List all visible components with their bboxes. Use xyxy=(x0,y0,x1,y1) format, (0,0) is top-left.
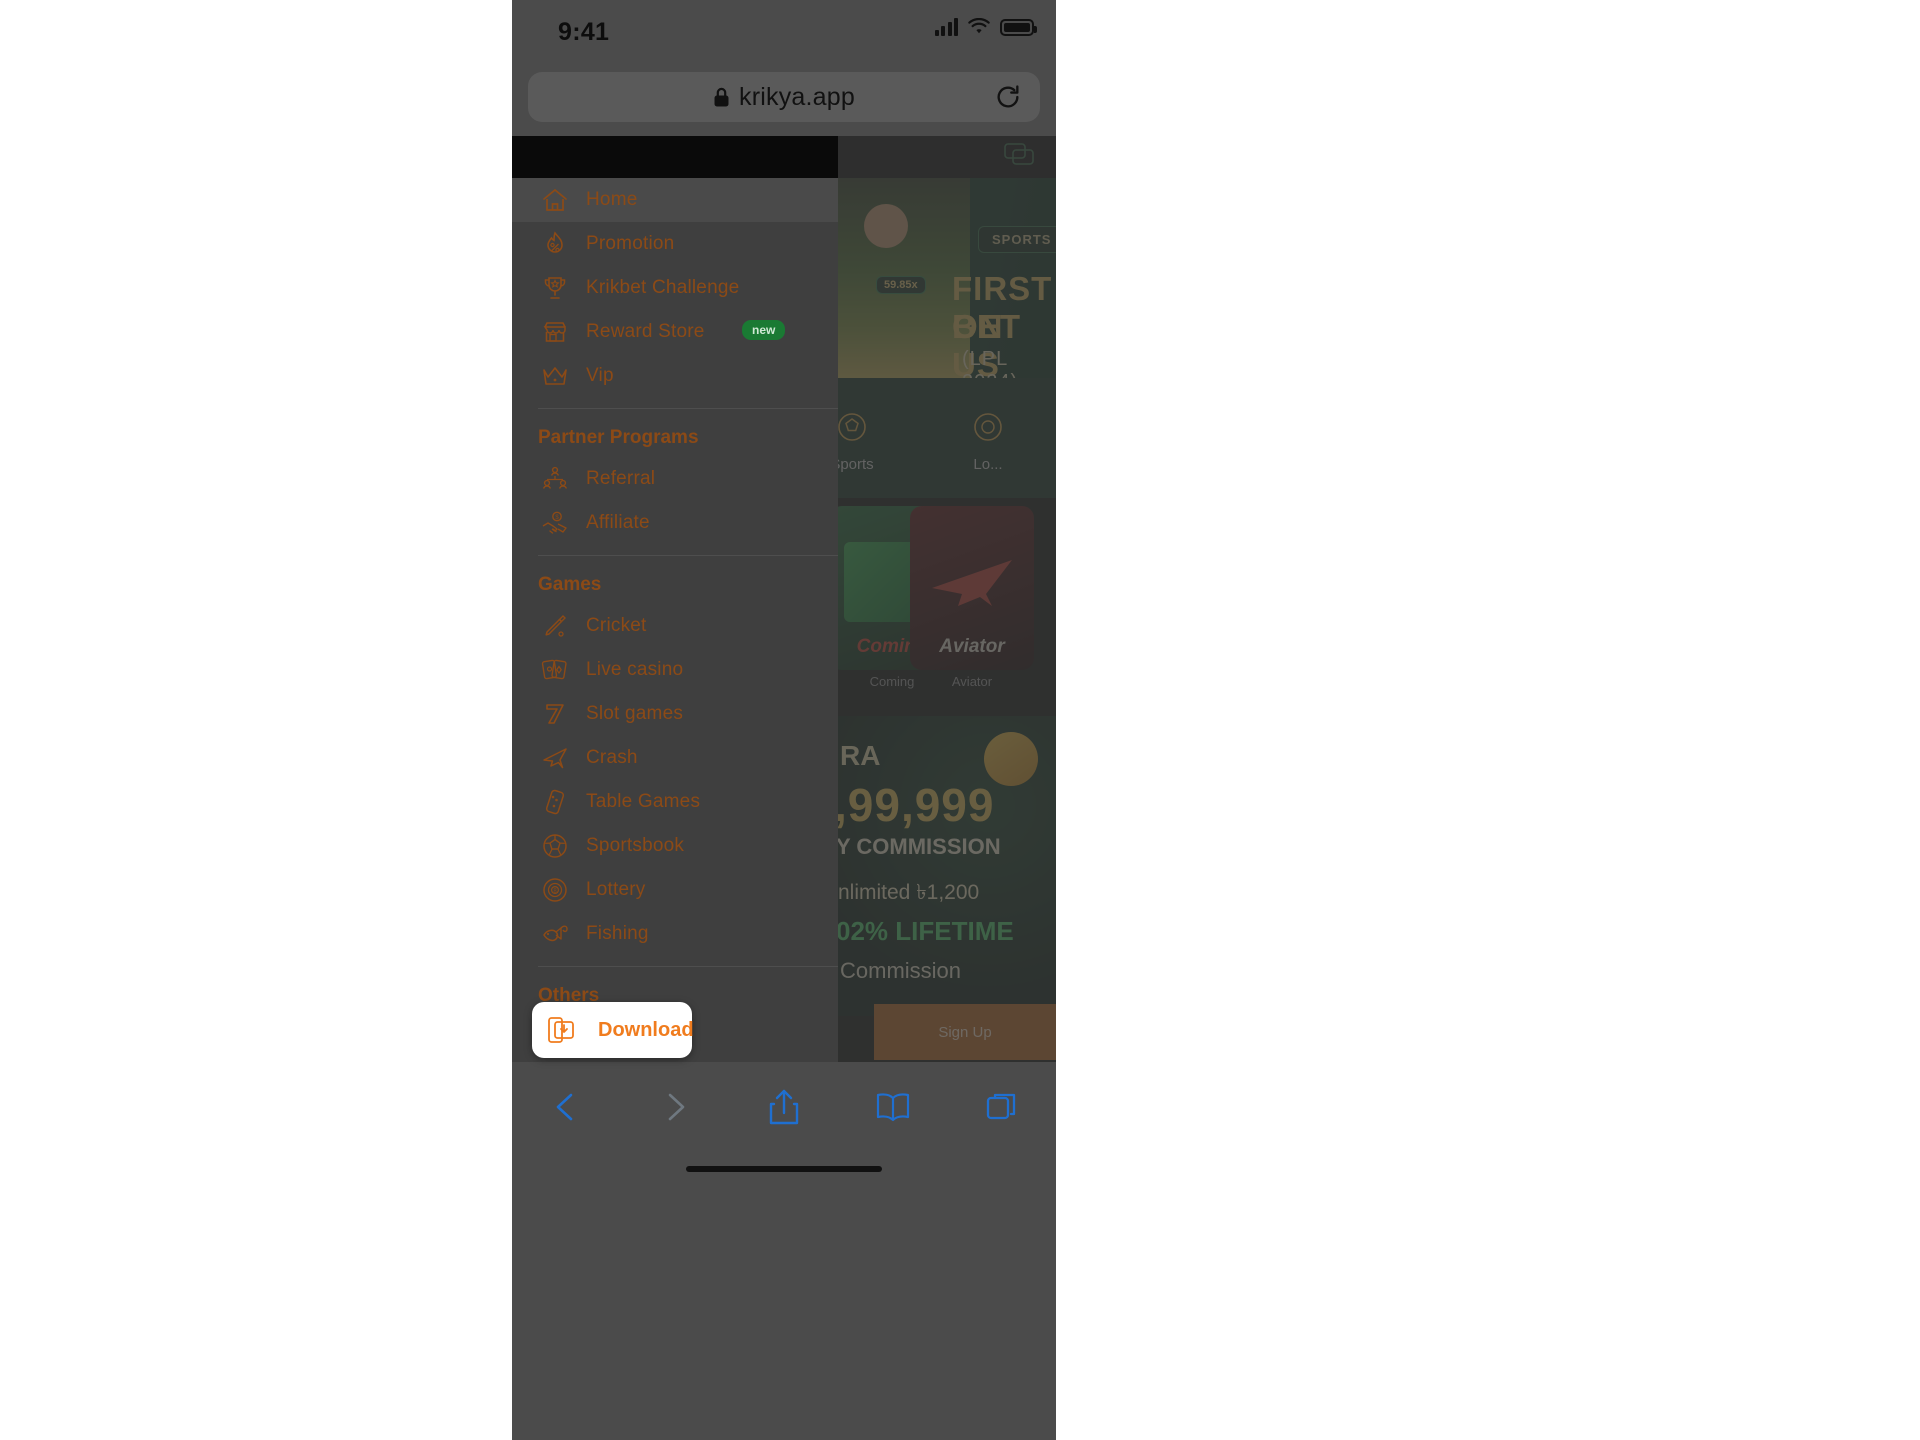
handshake-dollar-icon: $ xyxy=(538,508,572,538)
chat-icon[interactable] xyxy=(1004,142,1034,168)
menu-item-krikbet-challenge[interactable]: Krikbet Challenge xyxy=(512,266,838,310)
menu-item-reward-store[interactable]: Reward Store new xyxy=(512,310,838,354)
lottery-ball-icon: 8 xyxy=(538,875,572,905)
crown-icon xyxy=(538,361,572,391)
lottery-icon xyxy=(920,404,1056,450)
wifi-icon xyxy=(967,18,991,36)
menu-item-label: Promotion xyxy=(586,233,675,254)
download-button-highlight[interactable]: Download xyxy=(532,1002,694,1058)
drawer-top-spacer xyxy=(512,136,838,178)
trophy-icon xyxy=(538,273,572,303)
plane-icon xyxy=(932,560,1012,606)
cricket-bat-icon xyxy=(538,611,572,641)
signal-bars-icon xyxy=(934,18,958,36)
hero-line-3: (LPL 2024) xyxy=(962,348,1017,378)
svg-text:8: 8 xyxy=(553,889,557,895)
menu-item-label: Home xyxy=(586,189,638,210)
menu-item-label: Table Games xyxy=(586,791,701,812)
status-bar: 9:41 xyxy=(512,0,1056,66)
game-tile[interactable]: Aviator xyxy=(910,506,1034,670)
menu-item-label: Lottery xyxy=(586,879,646,900)
browser-toolbar xyxy=(512,1062,1056,1152)
menu-item-sportsbook[interactable]: Sportsbook xyxy=(512,824,838,868)
menu-item-label: Krikbet Challenge xyxy=(586,277,740,298)
menu-item-label: Referral xyxy=(586,468,656,489)
bookmarks-button[interactable] xyxy=(838,1091,947,1123)
sign-up-button[interactable]: Sign Up xyxy=(874,1004,1056,1060)
menu-item-label: Cricket xyxy=(586,615,647,636)
seven-slot-icon xyxy=(538,699,572,729)
address-bar[interactable]: krikya.app xyxy=(528,72,1040,122)
menu-item-cricket[interactable]: Cricket xyxy=(512,604,838,648)
hero-multiplier: 59.85x xyxy=(876,276,926,294)
browser-bottom-bar xyxy=(512,1062,1056,1440)
download-app-icon xyxy=(546,1015,576,1045)
menu-item-label: Affiliate xyxy=(586,512,650,533)
menu-item-vip[interactable]: Vip xyxy=(512,354,838,398)
menu-item-promotion[interactable]: Promotion xyxy=(512,222,838,266)
url-text: krikya.app xyxy=(739,82,855,111)
hero-player-head xyxy=(864,204,908,248)
promo-inner: RA ,99,999 Y COMMISSION nlimited ৳1,200 … xyxy=(830,716,1056,1016)
promo-line-0: RA xyxy=(840,740,881,771)
section-title-games: Games xyxy=(538,574,602,595)
share-button[interactable] xyxy=(730,1088,839,1126)
address-bar-content: krikya.app xyxy=(713,83,855,112)
promotion-fire-percent-icon xyxy=(538,229,572,259)
menu-item-label: Sportsbook xyxy=(586,835,685,856)
category-lottery[interactable]: Lo... xyxy=(920,404,1056,473)
back-button[interactable] xyxy=(512,1090,621,1124)
forward-button[interactable] xyxy=(621,1090,730,1124)
phone-screen: 9:41 krikya.app 59.85x SPORTS FIRST BET … xyxy=(512,0,1056,1440)
navigation-drawer: Home Promotion Krikbet Challenge Reward … xyxy=(512,136,838,1062)
menu-item-affiliate[interactable]: $ Affiliate xyxy=(512,501,838,545)
tile-title: Aviator xyxy=(939,636,1005,657)
menu-item-label: Live casino xyxy=(586,659,684,680)
section-title-partner-programs: Partner Programs xyxy=(538,427,699,448)
menu-item-lottery[interactable]: 8 Lottery xyxy=(512,868,838,912)
plane-icon xyxy=(538,743,572,773)
tabs-button[interactable] xyxy=(947,1090,1056,1124)
menu-item-table-games[interactable]: Table Games xyxy=(512,780,838,824)
referral-network-icon xyxy=(538,464,572,494)
domino-icon xyxy=(538,787,572,817)
new-badge: new xyxy=(742,320,786,340)
menu-item-label: Fishing xyxy=(586,923,649,944)
menu-item-referral[interactable]: Referral xyxy=(512,457,838,501)
menu-item-home[interactable]: Home xyxy=(512,178,838,222)
home-indicator xyxy=(686,1166,882,1172)
playing-cards-icon xyxy=(538,655,572,685)
menu-item-label: Slot games xyxy=(586,703,684,724)
status-time: 9:41 xyxy=(558,18,610,46)
tile-caption: Aviator xyxy=(951,674,993,689)
status-icons xyxy=(934,18,1037,36)
download-label: Download xyxy=(598,1018,694,1041)
category-label: Lo... xyxy=(973,455,1003,473)
hero-sports-tag: SPORTS xyxy=(978,226,1056,253)
battery-icon xyxy=(1000,18,1037,36)
promo-line-2: Y COMMISSION xyxy=(836,834,1001,859)
menu-item-fishing[interactable]: Fishing xyxy=(512,912,838,956)
home-icon xyxy=(538,185,572,215)
promo-line-4: 02% LIFETIME xyxy=(836,916,1014,946)
menu-item-crash[interactable]: Crash xyxy=(512,736,838,780)
menu-item-slot-games[interactable]: Slot games xyxy=(512,692,838,736)
promo-line-5: Commission xyxy=(840,958,962,983)
football-icon xyxy=(538,831,572,861)
reload-icon[interactable] xyxy=(994,83,1022,111)
menu-item-label: Vip xyxy=(586,365,614,386)
promo-line-3: nlimited ৳1,200 xyxy=(838,881,980,904)
lock-icon xyxy=(714,87,729,106)
menu-item-label: Crash xyxy=(586,747,638,768)
store-icon xyxy=(538,317,572,347)
menu-item-live-casino[interactable]: Live casino xyxy=(512,648,838,692)
promo-line-1: ,99,999 xyxy=(834,779,995,831)
menu-item-label: Reward Store xyxy=(586,321,705,342)
fish-icon xyxy=(538,919,572,949)
